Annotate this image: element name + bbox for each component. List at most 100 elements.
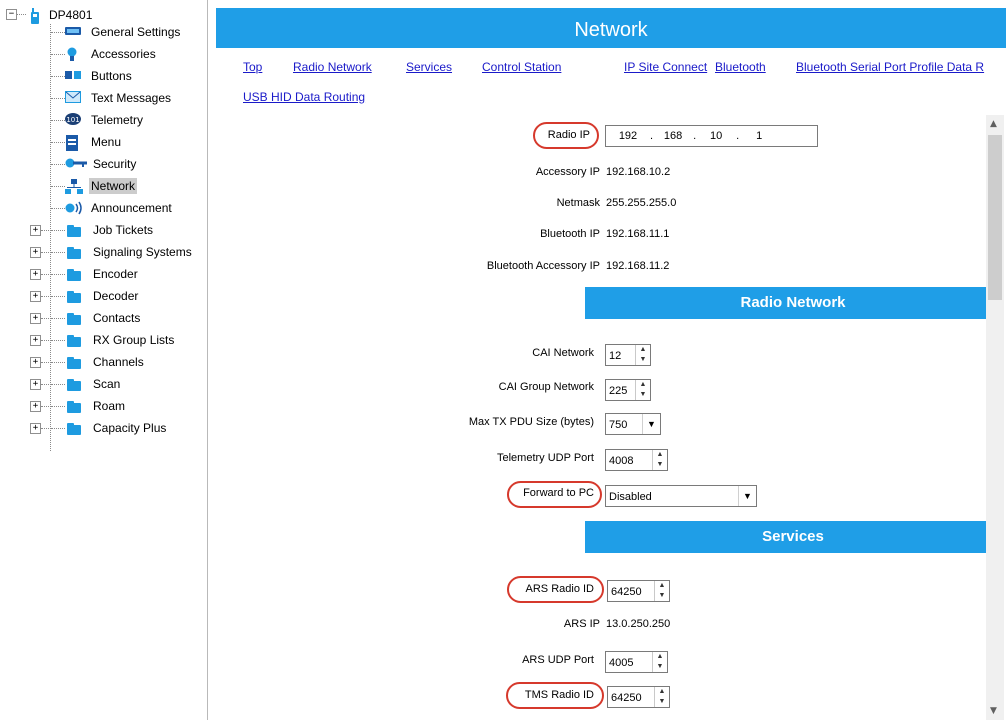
tree-item-job-tickets[interactable]: Job Tickets bbox=[67, 220, 155, 240]
settings-content: Radio IP 192. 168. 10. 1 Accessory IP 19… bbox=[216, 115, 986, 720]
cai-network-label: CAI Network bbox=[532, 347, 594, 359]
link-radio-network[interactable]: Radio Network bbox=[293, 60, 372, 74]
forward-to-pc-select[interactable]: Disabled ▼ bbox=[605, 485, 757, 507]
spin-up-icon[interactable]: ▲ bbox=[636, 345, 650, 355]
spin-down-icon[interactable]: ▼ bbox=[653, 460, 667, 470]
bluetooth-ip-value: 192.168.11.1 bbox=[606, 228, 670, 240]
tree-item-decoder[interactable]: Decoder bbox=[67, 286, 140, 306]
telemetry-udp-port-stepper[interactable]: 4008 ▲ ▼ bbox=[605, 449, 668, 471]
cai-network-value: 12 bbox=[609, 350, 622, 362]
radio-ip-octet-4[interactable]: 1 bbox=[739, 130, 779, 142]
tree-item-security[interactable]: Security bbox=[65, 154, 138, 174]
ars-udp-port-spin-buttons[interactable]: ▲ ▼ bbox=[652, 652, 667, 672]
tree-item-label: Accessories bbox=[91, 47, 156, 61]
text-messages-icon bbox=[65, 91, 85, 105]
tree-item-label: Contacts bbox=[93, 311, 141, 325]
folder-icon bbox=[67, 400, 81, 413]
tree-item-label: General Settings bbox=[91, 25, 181, 39]
link-top[interactable]: Top bbox=[243, 60, 262, 74]
link-services[interactable]: Services bbox=[406, 60, 452, 74]
expand-toggle[interactable]: + bbox=[30, 291, 41, 302]
spin-up-icon[interactable]: ▲ bbox=[653, 450, 667, 460]
tms-radio-id-spin-buttons[interactable]: ▲ ▼ bbox=[654, 687, 669, 707]
vertical-scrollbar[interactable]: ▲ ▼ bbox=[986, 115, 1004, 720]
expand-toggle[interactable]: + bbox=[30, 225, 41, 236]
forward-to-pc-value: Disabled bbox=[609, 491, 652, 503]
spin-down-icon[interactable]: ▼ bbox=[636, 355, 650, 365]
cai-network-spin-buttons[interactable]: ▲ ▼ bbox=[635, 345, 650, 365]
telemetry-udp-port-value: 4008 bbox=[609, 455, 634, 467]
tree-item-capacity-plus[interactable]: Capacity Plus bbox=[67, 418, 168, 438]
folder-icon bbox=[67, 378, 81, 391]
tree-item-contacts[interactable]: Contacts bbox=[67, 308, 142, 328]
expand-toggle[interactable]: + bbox=[30, 401, 41, 412]
link-bluetooth-spp-data[interactable]: Bluetooth Serial Port Profile Data R bbox=[796, 60, 984, 74]
telemetry-udp-port-spin-buttons[interactable]: ▲ ▼ bbox=[652, 450, 667, 470]
accessory-ip-value: 192.168.10.2 bbox=[606, 166, 671, 178]
tree-item-signaling-systems[interactable]: Signaling Systems bbox=[67, 242, 194, 262]
tree-item-rx-group-lists[interactable]: RX Group Lists bbox=[67, 330, 176, 350]
max-tx-pdu-select[interactable]: 750 ▼ bbox=[605, 413, 661, 435]
link-control-station[interactable]: Control Station bbox=[482, 60, 561, 74]
scrollbar-thumb[interactable] bbox=[988, 135, 1002, 300]
spin-down-icon[interactable]: ▼ bbox=[655, 697, 669, 707]
folder-icon bbox=[67, 312, 81, 325]
expand-toggle[interactable]: + bbox=[30, 423, 41, 434]
cai-group-network-stepper[interactable]: 225 ▲ ▼ bbox=[605, 379, 651, 401]
tree-item-label: Encoder bbox=[93, 267, 138, 281]
spin-up-icon[interactable]: ▲ bbox=[655, 687, 669, 697]
link-usb-hid-data-routing[interactable]: USB HID Data Routing bbox=[243, 90, 365, 104]
tms-radio-id-stepper[interactable]: 64250 ▲ ▼ bbox=[607, 686, 670, 708]
tree-item-label: Roam bbox=[93, 399, 126, 413]
tree-item-announcement[interactable]: Announcement bbox=[65, 198, 174, 218]
expand-toggle[interactable]: + bbox=[30, 247, 41, 258]
tree-item-accessories[interactable]: Accessories bbox=[65, 44, 158, 64]
spin-up-icon[interactable]: ▲ bbox=[655, 581, 669, 591]
page-title: Network bbox=[216, 8, 1006, 48]
general-settings-icon bbox=[65, 25, 85, 39]
tree-item-channels[interactable]: Channels bbox=[67, 352, 146, 372]
collapse-root-toggle[interactable]: − bbox=[6, 9, 17, 20]
ars-udp-port-label: ARS UDP Port bbox=[522, 654, 594, 666]
link-ip-site-connect[interactable]: IP Site Connect bbox=[624, 60, 707, 74]
expand-toggle[interactable]: + bbox=[30, 269, 41, 280]
tree-item-label: RX Group Lists bbox=[93, 333, 175, 347]
expand-toggle[interactable]: + bbox=[30, 335, 41, 346]
dropdown-arrow-icon[interactable]: ▼ bbox=[642, 414, 660, 434]
expand-toggle[interactable]: + bbox=[30, 357, 41, 368]
tree-item-general-settings[interactable]: General Settings bbox=[65, 22, 182, 42]
svg-text:101: 101 bbox=[66, 116, 79, 124]
radio-ip-octet-3[interactable]: 10 bbox=[696, 130, 736, 142]
tree-item-telemetry[interactable]: 101 Telemetry bbox=[65, 110, 145, 130]
cai-network-stepper[interactable]: 12 ▲ ▼ bbox=[605, 344, 651, 366]
folder-icon bbox=[67, 422, 81, 435]
tree-item-scan[interactable]: Scan bbox=[67, 374, 122, 394]
radio-ip-octet-1[interactable]: 192 bbox=[606, 130, 650, 142]
ars-radio-id-stepper[interactable]: 64250 ▲ ▼ bbox=[607, 580, 670, 602]
spin-up-icon[interactable]: ▲ bbox=[653, 652, 667, 662]
tree-item-text-messages[interactable]: Text Messages bbox=[65, 88, 173, 108]
dropdown-arrow-icon[interactable]: ▼ bbox=[738, 486, 756, 506]
expand-toggle[interactable]: + bbox=[30, 379, 41, 390]
ars-udp-port-stepper[interactable]: 4005 ▲ ▼ bbox=[605, 651, 668, 673]
radio-ip-field[interactable]: 192. 168. 10. 1 bbox=[605, 125, 818, 147]
scroll-down-icon[interactable]: ▼ bbox=[990, 706, 997, 716]
tree-item-buttons[interactable]: Buttons bbox=[65, 66, 134, 86]
link-bluetooth[interactable]: Bluetooth bbox=[715, 60, 766, 74]
tree-item-roam[interactable]: Roam bbox=[67, 396, 127, 416]
cai-group-network-value: 225 bbox=[609, 385, 628, 397]
tree-item-network[interactable]: Network bbox=[65, 176, 138, 196]
tree-item-menu[interactable]: Menu bbox=[65, 132, 123, 152]
radio-ip-octet-2[interactable]: 168 bbox=[653, 130, 693, 142]
tree-item-encoder[interactable]: Encoder bbox=[67, 264, 140, 284]
expand-toggle[interactable]: + bbox=[30, 313, 41, 324]
scroll-up-icon[interactable]: ▲ bbox=[990, 119, 997, 129]
buttons-icon bbox=[65, 69, 85, 83]
spin-up-icon[interactable]: ▲ bbox=[636, 380, 650, 390]
spin-down-icon[interactable]: ▼ bbox=[655, 591, 669, 601]
cai-group-network-spin-buttons[interactable]: ▲ ▼ bbox=[635, 380, 650, 400]
folder-icon bbox=[67, 268, 81, 281]
ars-radio-id-spin-buttons[interactable]: ▲ ▼ bbox=[654, 581, 669, 601]
spin-down-icon[interactable]: ▼ bbox=[653, 662, 667, 672]
spin-down-icon[interactable]: ▼ bbox=[636, 390, 650, 400]
